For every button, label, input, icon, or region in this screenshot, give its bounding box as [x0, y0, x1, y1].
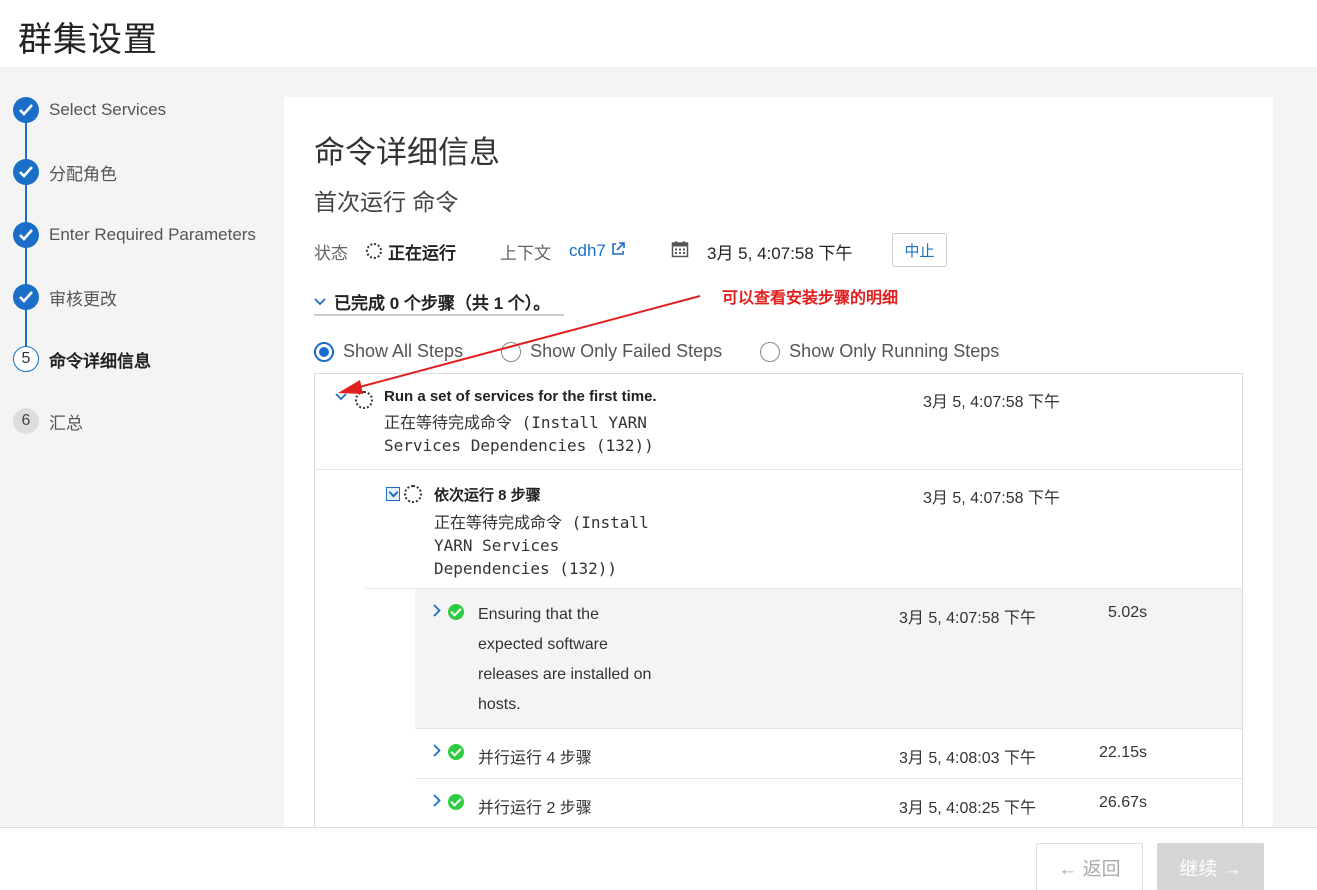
filter-label: Show All Steps	[343, 341, 464, 361]
chevron-right-icon[interactable]	[433, 794, 441, 812]
filter-running-steps[interactable]: Show Only Running Steps	[760, 341, 999, 362]
filter-all-steps[interactable]: Show All Steps	[314, 341, 463, 362]
check-circle-icon	[13, 222, 39, 248]
annotation-text: 可以查看安装步骤的明细	[722, 290, 899, 307]
check-circle-icon	[448, 604, 464, 620]
external-link-icon[interactable]	[610, 241, 626, 262]
wizard-step-label: Enter Required Parameters	[49, 225, 256, 244]
wizard-step-label: 分配角色	[49, 164, 117, 184]
wizard-sidebar: Select Services 分配角色 Enter Required Para…	[0, 67, 284, 827]
status-value: 正在运行	[388, 243, 456, 263]
step-item-label: 并行运行 4 步骤	[478, 750, 592, 767]
wizard-step-label: 命令详细信息	[49, 351, 151, 371]
command-subtitle: 首次运行 命令	[314, 189, 459, 215]
wizard-step-label: 审核更改	[49, 289, 117, 309]
step-message-line: 正在等待完成命令 (Install	[434, 513, 649, 532]
step-item-line: expected software	[478, 636, 608, 653]
step-item-line: Ensuring that the	[478, 606, 599, 623]
check-circle-icon	[448, 794, 464, 810]
chevron-down-icon[interactable]	[335, 388, 347, 406]
check-circle-icon	[13, 97, 39, 123]
step-message-line: Dependencies (132))	[434, 559, 618, 578]
status-label: 状态	[314, 243, 348, 263]
step-time: 3月 5, 4:07:58 下午	[923, 394, 1060, 411]
wizard-step-command-details[interactable]: 5 命令详细信息	[13, 346, 151, 372]
step-time: 3月 5, 4:08:25 下午	[899, 800, 1036, 817]
context-link[interactable]: cdh7	[569, 241, 606, 261]
start-time-group: 3月 5, 4:07:58 下午	[671, 233, 853, 269]
step-title: 依次运行 8 步骤	[434, 487, 541, 504]
step-filter-group: Show All Steps Show Only Failed Steps Sh…	[314, 341, 1037, 362]
start-time: 3月 5, 4:07:58 下午	[707, 243, 853, 263]
step-item-line: releases are installed on	[478, 666, 652, 683]
check-circle-icon	[13, 159, 39, 185]
step-message-line: 正在等待完成命令 (Install YARN	[384, 413, 647, 432]
step-duration: 26.67s	[1099, 794, 1148, 811]
wizard-step-select-services[interactable]: Select Services	[13, 97, 166, 123]
continue-button[interactable]: 继续 →	[1157, 843, 1264, 890]
chevron-right-icon[interactable]	[433, 744, 441, 762]
row-divider	[315, 469, 1242, 470]
radio-button[interactable]	[314, 341, 334, 362]
wizard-step-review-changes[interactable]: 审核更改	[13, 284, 117, 310]
step-duration: 22.15s	[1099, 744, 1148, 761]
spinner-icon	[355, 391, 373, 409]
step-item-line: hosts.	[478, 696, 521, 713]
page-title: 群集设置	[18, 21, 158, 59]
step-title: Run a set of services for the first time…	[384, 388, 657, 405]
step-number-badge: 6	[13, 408, 39, 434]
steps-summary-toggle[interactable]: 已完成 0 个步骤（共 1 个）。	[314, 292, 564, 316]
wizard-step-assign-roles[interactable]: 分配角色	[13, 159, 117, 185]
command-details-panel: 命令详细信息 首次运行 命令 状态 正在运行 上下文 cdh7 3月 5, 4:…	[284, 97, 1273, 827]
chevron-down-icon	[314, 291, 326, 311]
step-time: 3月 5, 4:07:58 下午	[899, 610, 1036, 627]
chevron-right-icon[interactable]	[433, 604, 441, 622]
wizard-step-label: 汇总	[49, 413, 83, 433]
calendar-icon	[671, 240, 689, 263]
wizard-step-label: Select Services	[49, 100, 167, 119]
step-message: 正在等待完成命令 (Install YARN Services Dependen…	[384, 411, 864, 457]
back-button[interactable]: ← 返回	[1036, 843, 1143, 890]
filter-label: Show Only Running Steps	[789, 341, 1000, 361]
step-duration: 5.02s	[1108, 604, 1148, 621]
step-row-child: 依次运行 8 步骤 正在等待完成命令 (Install YARN Service…	[434, 484, 734, 580]
filter-failed-steps[interactable]: Show Only Failed Steps	[501, 341, 722, 362]
step-time: 3月 5, 4:08:03 下午	[899, 750, 1036, 767]
wizard-step-summary: 6 汇总	[13, 408, 83, 434]
step-number-badge: 5	[13, 346, 39, 372]
step-tree: Run a set of services for the first time…	[314, 373, 1243, 827]
step-item-ensuring-software: Ensuring that the expected software rele…	[478, 600, 678, 720]
context-group: 上下文 cdh7	[500, 233, 626, 269]
check-circle-icon	[13, 284, 39, 310]
step-message-line: YARN Services	[434, 536, 560, 555]
step-message: 正在等待完成命令 (Install YARN Services Dependen…	[434, 511, 734, 580]
filter-label: Show Only Failed Steps	[530, 341, 723, 361]
row-divider	[415, 728, 1242, 729]
row-divider	[415, 778, 1242, 779]
radio-button[interactable]	[760, 341, 781, 362]
panel-title: 命令详细信息	[314, 135, 500, 170]
abort-button[interactable]: 中止	[892, 233, 947, 267]
wizard-footer: ← 返回 继续 →	[0, 827, 1317, 890]
steps-summary-text: 已完成 0 个步骤（共 1 个）。	[334, 293, 551, 313]
check-circle-icon	[448, 744, 464, 760]
wizard-step-required-parameters[interactable]: Enter Required Parameters	[13, 222, 256, 248]
step-message-line: Services Dependencies (132))	[384, 436, 654, 455]
context-label: 上下文	[500, 243, 551, 263]
step-item-label: 并行运行 2 步骤	[478, 800, 592, 817]
radio-button[interactable]	[501, 341, 522, 362]
spinner-icon	[366, 243, 382, 259]
status-group: 状态 正在运行	[314, 233, 456, 269]
top-bar: 群集设置	[0, 0, 1317, 67]
step-row-root: Run a set of services for the first time…	[384, 388, 864, 457]
spinner-icon	[404, 485, 422, 503]
step-time: 3月 5, 4:07:58 下午	[923, 490, 1060, 507]
collapse-toggle-icon[interactable]	[386, 487, 400, 501]
